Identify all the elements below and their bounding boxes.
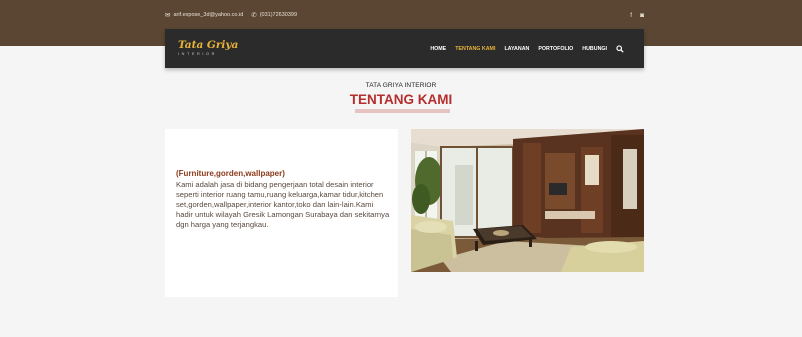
section-kicker: TATA GRIYA INTERIOR xyxy=(365,82,437,89)
main-navbar: Tata Griya INTERIOR HOME TENTANG KAMI LA… xyxy=(165,29,644,68)
contact-info: ✉ arif.expose_3d@yahoo.co.id ✆ (031)7263… xyxy=(165,11,297,19)
phone-icon: ✆ xyxy=(251,12,257,19)
topbar: ✉ arif.expose_3d@yahoo.co.id ✆ (031)7263… xyxy=(165,9,644,21)
living-room-image xyxy=(411,129,644,272)
nav-item-home[interactable]: HOME xyxy=(430,46,446,52)
nav-item-tentang-kami[interactable]: TENTANG KAMI xyxy=(455,46,495,52)
contact-email[interactable]: arif.expose_3d@yahoo.co.id xyxy=(173,12,243,18)
nav-item-portofolio[interactable]: PORTOFOLIO xyxy=(538,46,573,52)
search-icon[interactable] xyxy=(616,44,624,53)
brand-tagline: INTERIOR xyxy=(178,51,217,56)
brand-logo[interactable]: Tata Griya INTERIOR xyxy=(178,40,238,56)
mail-icon: ✉ xyxy=(165,12,171,19)
about-card: (Furniture,gorden,wallpaper) Kami adalah… xyxy=(165,129,398,297)
about-text: Kami adalah jasa di bidang pengerjaan to… xyxy=(176,180,390,229)
contact-phone[interactable]: (031)72630399 xyxy=(260,12,297,18)
nav-menu: HOME TENTANG KAMI LAYANAN PORTOFOLIO HUB… xyxy=(430,44,624,53)
heading-underline xyxy=(355,109,450,113)
social-links: f ◙ xyxy=(630,12,644,19)
nav-item-layanan[interactable]: LAYANAN xyxy=(504,46,529,52)
brand-name: Tata Griya xyxy=(178,39,239,52)
instagram-icon[interactable]: ◙ xyxy=(640,12,644,19)
interior-photo xyxy=(411,129,644,272)
facebook-icon[interactable]: f xyxy=(630,12,632,19)
about-title: (Furniture,gorden,wallpaper) xyxy=(176,169,285,178)
nav-item-hubungi[interactable]: HUBUNGI xyxy=(582,46,607,52)
section-heading: TENTANG KAMI xyxy=(349,92,453,107)
